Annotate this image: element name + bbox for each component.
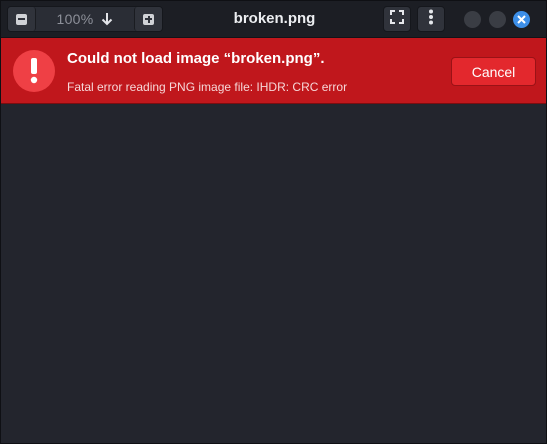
minimize-button[interactable] — [464, 11, 481, 28]
zoom-level-menu[interactable]: 100% — [36, 7, 134, 31]
maximize-button[interactable] — [489, 11, 506, 28]
error-detail: Fatal error reading PNG image file: IHDR… — [67, 80, 348, 94]
minus-square-icon — [16, 13, 27, 25]
exclamation-icon — [13, 50, 55, 92]
zoom-in-button[interactable] — [134, 7, 162, 31]
error-title: Could not load image “broken.png”. — [67, 50, 325, 67]
fullscreen-icon — [390, 9, 404, 29]
image-viewer-window: 100% broken.png Could not load image “br… — [0, 0, 547, 444]
zoom-level-text: 100% — [56, 11, 94, 27]
main-menu-button[interactable] — [417, 6, 445, 32]
image-canvas — [1, 105, 546, 443]
close-icon — [517, 11, 526, 29]
vertical-dots-icon — [428, 9, 434, 30]
zoom-out-button[interactable] — [8, 7, 36, 31]
header-bar: 100% broken.png — [1, 1, 546, 38]
zoom-control-group: 100% — [7, 6, 163, 32]
plus-square-icon — [143, 13, 154, 25]
close-button[interactable] — [513, 11, 530, 28]
error-banner: Could not load image “broken.png”. Fatal… — [1, 38, 546, 104]
fullscreen-button[interactable] — [383, 6, 411, 32]
cancel-button[interactable]: Cancel — [451, 57, 536, 86]
arrow-down-icon — [100, 10, 114, 28]
